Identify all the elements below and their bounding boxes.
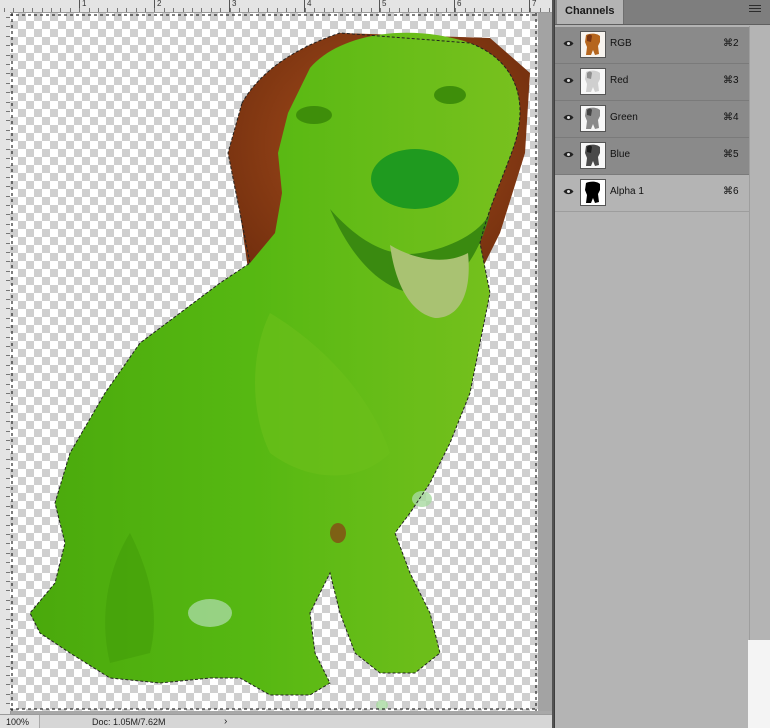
dog-image-with-mask-overlay [10,13,538,711]
channel-shortcut: ⌘6 [723,186,739,197]
eye-icon[interactable] [563,40,574,47]
channel-label: Green [610,112,638,123]
channel-thumbnail-red [580,68,606,95]
channels-panel: Channels RGB ⌘2 Red ⌘3 Green ⌘4 Blue ⌘5 … [554,0,770,728]
channel-row-alpha-1[interactable]: Alpha 1 ⌘6 [555,175,749,212]
canvas-pasteboard [538,13,552,711]
channel-row-red[interactable]: Red ⌘3 [555,64,749,101]
channel-shortcut: ⌘3 [723,75,739,86]
dog-right-eye [434,86,466,104]
ruler-label: 3 [232,0,237,8]
panel-scroll-area[interactable] [749,26,770,728]
ruler-label: 2 [157,0,162,8]
document-window: 1 2 3 4 5 6 7 100% Doc: 1.05M/7.62M › [0,0,552,728]
channel-row-blue[interactable]: Blue ⌘5 [555,138,749,175]
channel-shortcut: ⌘2 [723,38,739,49]
ruler-label: 4 [307,0,312,8]
ruler-label: 5 [382,0,387,8]
eye-icon[interactable] [563,188,574,195]
eye-icon[interactable] [563,114,574,121]
dog-left-eye [296,106,332,124]
channel-row-rgb[interactable]: RGB ⌘2 [555,27,749,64]
channel-label: Alpha 1 [610,186,644,197]
dog-nose [371,149,459,209]
panel-edge-strip [748,640,770,728]
channel-thumbnail-rgb [580,31,606,58]
channel-list: RGB ⌘2 Red ⌘3 Green ⌘4 Blue ⌘5 Alpha 1 ⌘… [555,27,749,212]
document-size-info[interactable]: Doc: 1.05M/7.62M [92,715,166,728]
channel-shortcut: ⌘4 [723,112,739,123]
zoom-level-field[interactable]: 100% [0,715,40,728]
hamburger-menu-icon[interactable] [749,5,761,15]
ruler-label: 6 [457,0,462,8]
channel-thumbnail-alpha-1 [580,179,606,206]
channel-label: Blue [610,149,631,160]
eye-icon[interactable] [563,151,574,158]
eye-icon[interactable] [563,77,574,84]
channel-thumbnail-blue [580,142,606,169]
channel-shortcut: ⌘5 [723,149,739,160]
horizontal-ruler[interactable]: 1 2 3 4 5 6 7 [0,0,552,13]
ruler-label: 1 [82,0,87,8]
status-menu-arrow-icon[interactable]: › [224,715,227,728]
image-canvas[interactable] [10,13,538,711]
channel-label: Red [610,75,629,86]
channel-thumbnail-green [580,105,606,132]
channel-label: RGB [610,38,632,49]
panel-header: Channels [555,0,770,25]
ruler-label: 7 [532,0,537,8]
status-bar: 100% Doc: 1.05M/7.62M › [0,714,552,728]
tab-channels[interactable]: Channels [557,0,624,24]
channel-row-green[interactable]: Green ⌘4 [555,101,749,138]
